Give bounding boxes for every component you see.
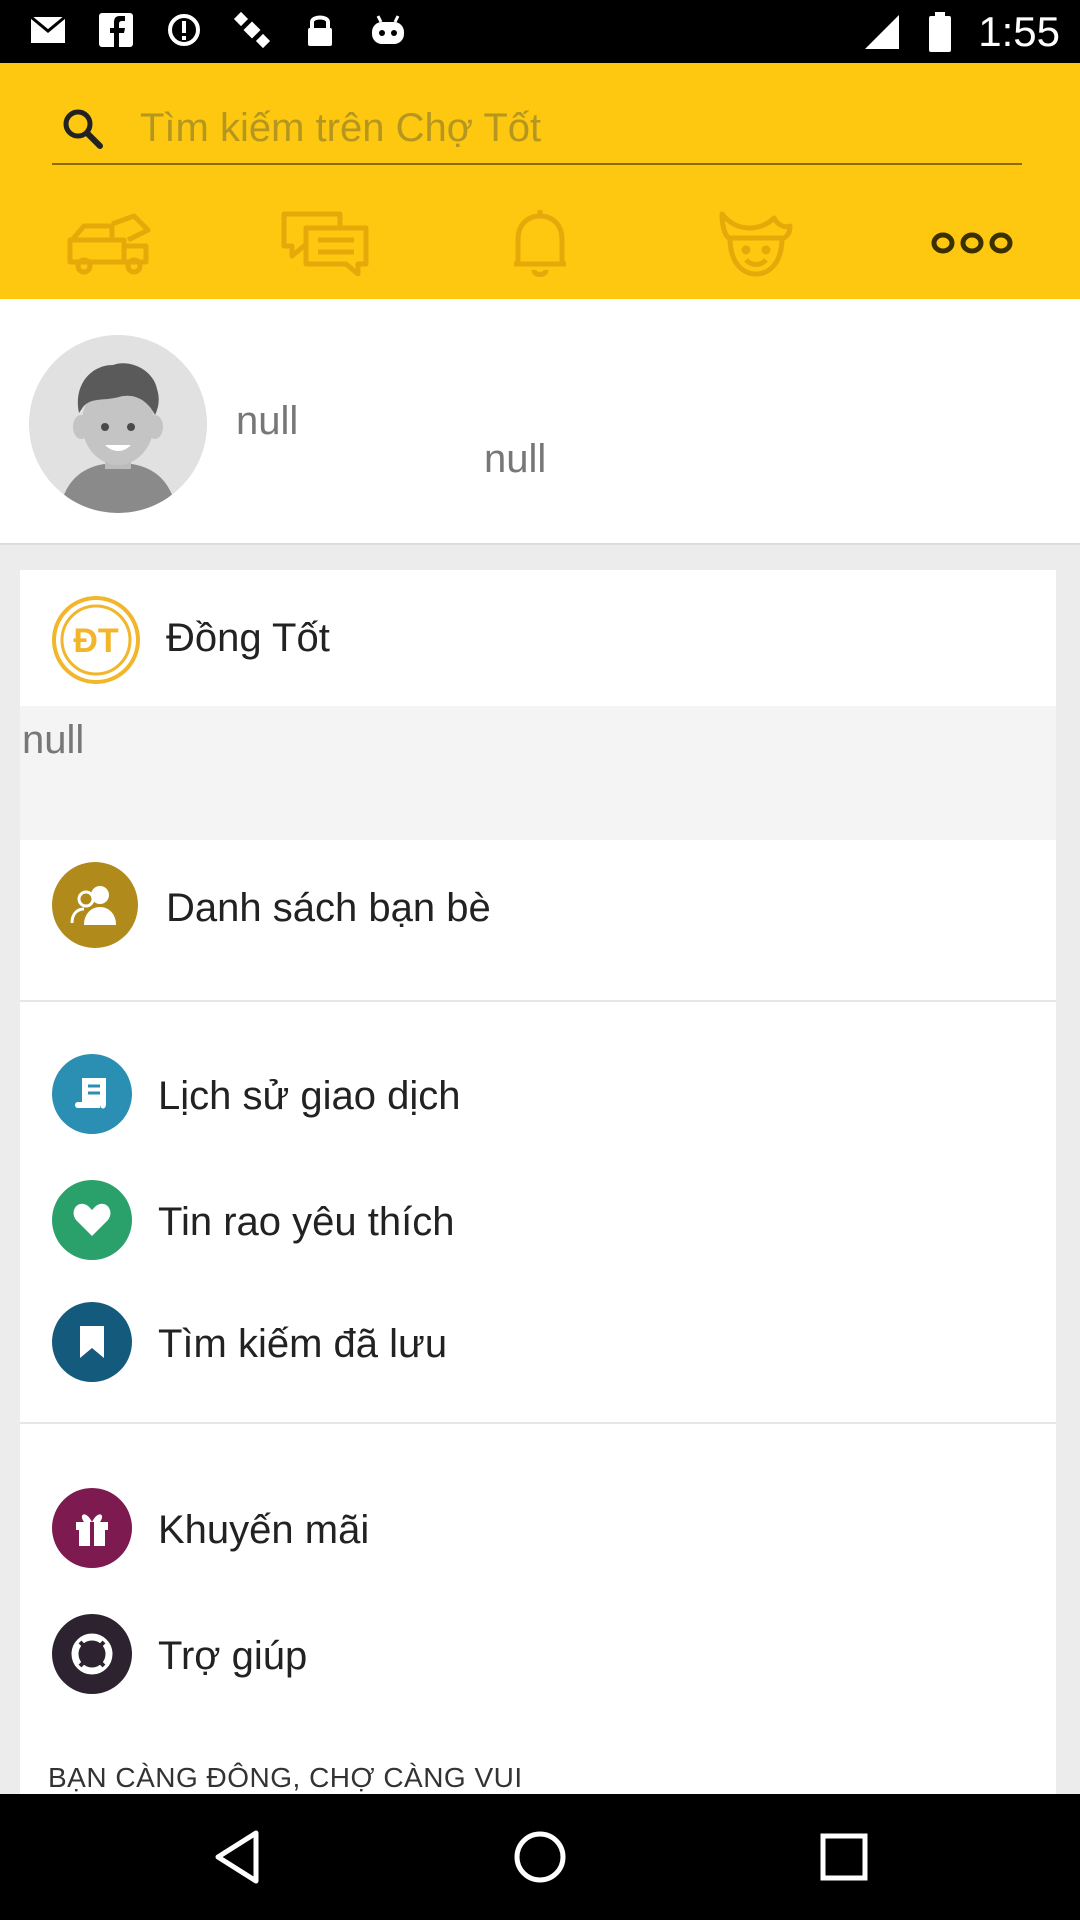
face-icon[interactable]	[701, 203, 811, 283]
battery-icon	[920, 12, 960, 52]
signal-icon	[862, 12, 902, 52]
saved-search-label: Tìm kiếm đã lưu	[158, 1322, 448, 1366]
menu-item-saved-search[interactable]: Tìm kiếm đã lưu	[20, 1288, 1056, 1404]
account-menu: ĐT Đồng Tốt null Danh sách bạn bè Lịch s…	[20, 570, 1056, 1794]
menu-item-help[interactable]: Trợ giúp	[20, 1600, 1056, 1716]
divider	[20, 1000, 1056, 1002]
transaction-history-label: Lịch sử giao dịch	[158, 1074, 461, 1118]
status-time: 1:55	[978, 8, 1060, 55]
dong-tot-value: null	[22, 718, 85, 762]
system-nav-bar	[0, 1794, 1080, 1920]
profile-name: null	[236, 399, 299, 443]
profile-section[interactable]: null null	[0, 299, 1080, 545]
gift-icon	[52, 1488, 132, 1568]
status-bar: 1:55	[0, 0, 1080, 63]
slogan: BẠN CÀNG ĐÔNG, CHỢ CÀNG VUI	[48, 1762, 523, 1793]
menu-item-dong-tot[interactable]: ĐT Đồng Tốt	[20, 570, 1056, 706]
chat-icon[interactable]	[270, 203, 380, 283]
menu-item-friends[interactable]: Danh sách bạn bè	[20, 840, 1056, 970]
help-label: Trợ giúp	[158, 1634, 308, 1678]
search-icon[interactable]	[52, 98, 112, 158]
menu-item-promotions[interactable]: Khuyến mãi	[20, 1474, 1056, 1590]
lock-icon	[300, 10, 340, 50]
menu-item-favorites[interactable]: Tin rao yêu thích	[20, 1166, 1056, 1282]
gps-icon	[232, 10, 272, 50]
dong-tot-icon-text: ĐT	[73, 622, 119, 660]
back-icon[interactable]	[202, 1822, 272, 1892]
dong-tot-balance: null	[20, 706, 1056, 840]
status-bar-notifications	[28, 10, 408, 50]
more-icon[interactable]	[917, 203, 1027, 283]
home-icon[interactable]	[505, 1822, 575, 1892]
truck-icon[interactable]	[54, 203, 164, 283]
alert-circle-icon	[164, 10, 204, 50]
mail-icon	[28, 10, 68, 50]
android-icon	[368, 10, 408, 50]
search-input[interactable]	[140, 105, 990, 151]
friends-label: Danh sách bạn bè	[166, 886, 491, 930]
bell-icon[interactable]	[485, 203, 595, 283]
dong-tot-label: Đồng Tốt	[166, 616, 330, 660]
promotions-label: Khuyến mãi	[158, 1508, 370, 1552]
facebook-icon	[96, 10, 136, 50]
menu-item-transaction-history[interactable]: Lịch sử giao dịch	[20, 1040, 1056, 1156]
profile-subtitle: null	[484, 437, 547, 481]
bookmark-icon	[52, 1302, 132, 1382]
status-bar-system: 1:55	[862, 8, 1060, 56]
friends-icon	[52, 862, 138, 948]
favorites-label: Tin rao yêu thích	[158, 1200, 455, 1244]
divider	[20, 1422, 1056, 1424]
app-header	[0, 63, 1080, 299]
header-nav	[0, 203, 1080, 283]
avatar[interactable]	[29, 335, 207, 513]
heart-icon	[52, 1180, 132, 1260]
dong-tot-coin-icon: ĐT	[52, 596, 140, 684]
lifebuoy-icon	[52, 1614, 132, 1694]
receipt-icon	[52, 1054, 132, 1134]
search-bar[interactable]	[52, 93, 1022, 165]
recents-icon[interactable]	[809, 1822, 879, 1892]
